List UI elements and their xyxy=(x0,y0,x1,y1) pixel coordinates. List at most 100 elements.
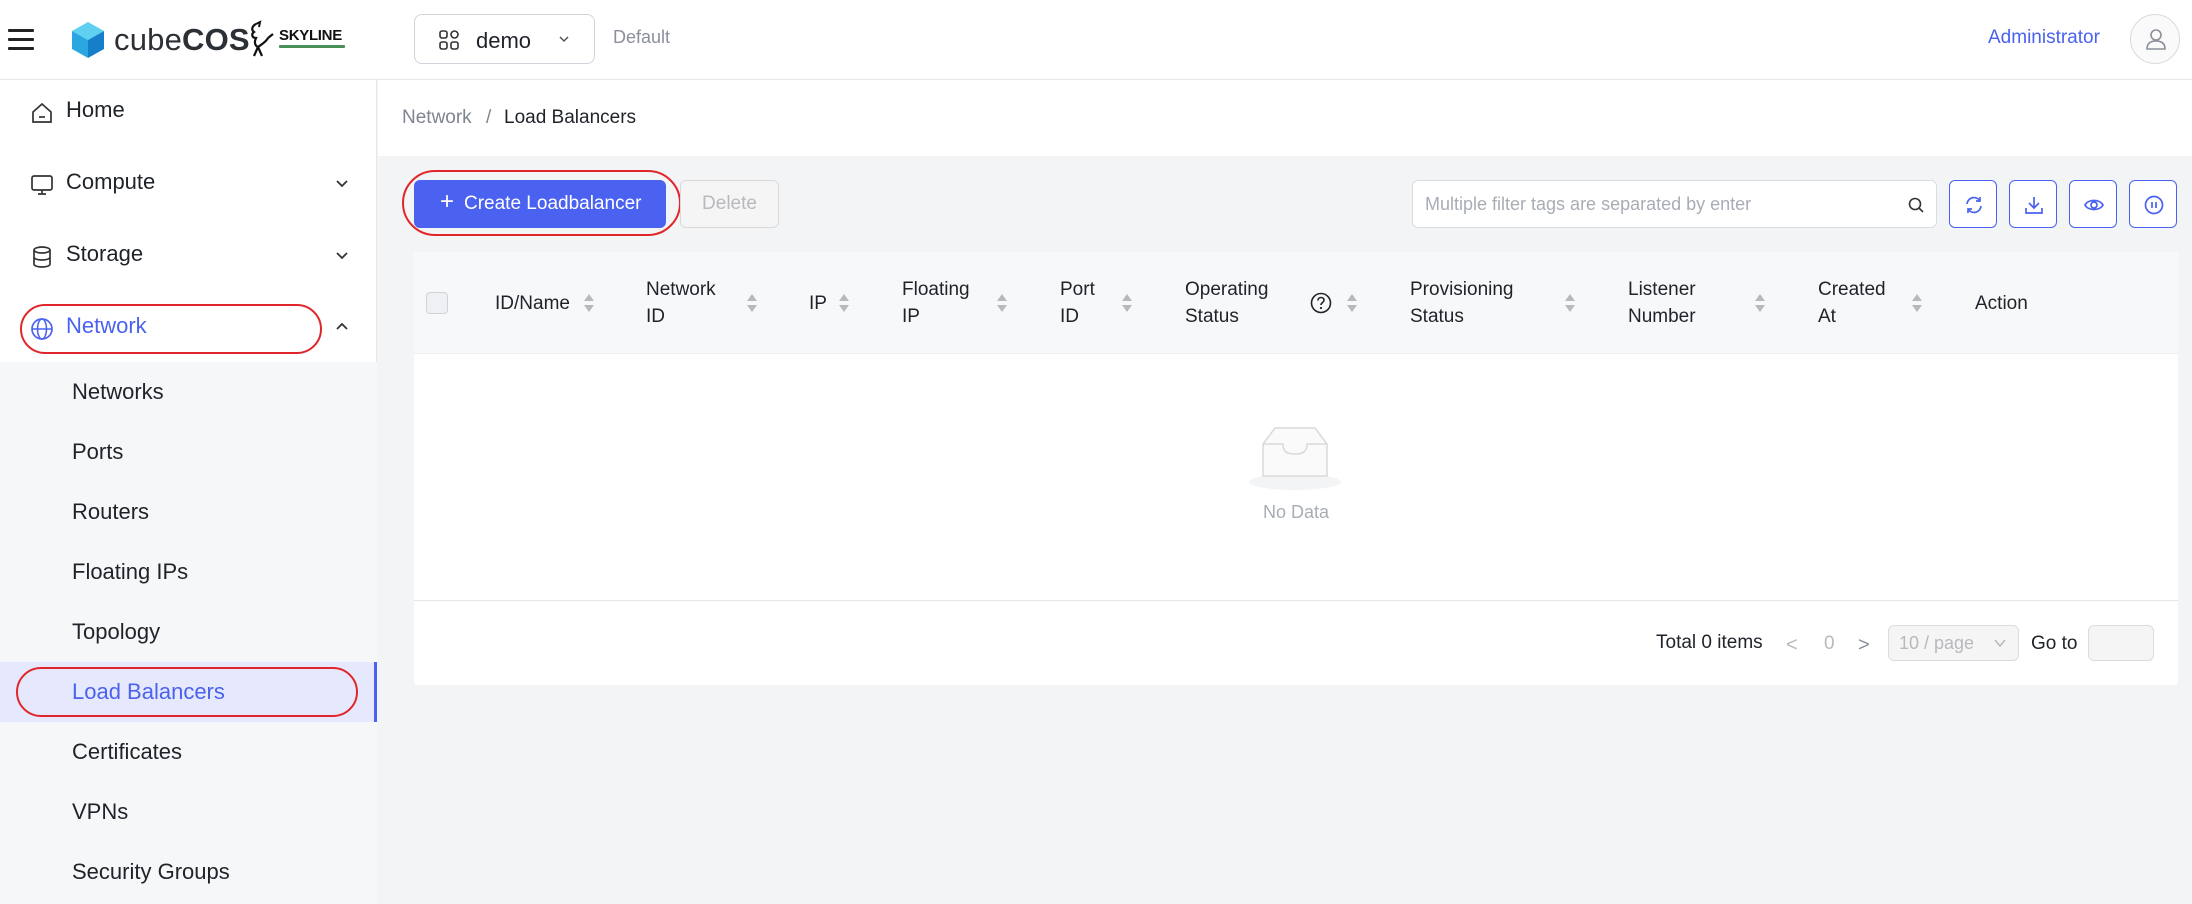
column-header-label: Provisioning Status xyxy=(1410,279,1514,327)
loadbalancer-table: ID/Name Network ID IP Floating IP Port I… xyxy=(414,252,2178,685)
sidebar-item-security-groups[interactable]: Security Groups xyxy=(0,842,377,902)
project-name: demo xyxy=(476,28,532,53)
auto-refresh-pause-button[interactable] xyxy=(2129,180,2177,228)
sort-icon[interactable] xyxy=(1346,292,1358,314)
column-header-label: Network ID xyxy=(646,279,716,327)
sidebar-item-label: Storage xyxy=(66,241,144,266)
breadcrumb-parent-link[interactable]: Network xyxy=(402,107,472,129)
next-page-icon[interactable]: > xyxy=(1858,634,1870,657)
divider xyxy=(414,600,2178,601)
sidebar-item-networks[interactable]: Networks xyxy=(0,362,377,422)
empty-state-text: No Data xyxy=(1262,502,1330,522)
network-submenu: Networks Ports Routers Floating IPs Topo… xyxy=(0,362,377,904)
sidebar-subitem-label: Security Groups xyxy=(72,859,230,884)
cube-logo-icon xyxy=(72,22,104,58)
sort-icon[interactable] xyxy=(838,292,850,314)
column-header-label: Port ID xyxy=(1060,279,1095,327)
filter-search[interactable] xyxy=(1412,180,1937,228)
sidebar-item-certificates[interactable]: Certificates xyxy=(0,722,377,782)
table-header: ID/Name Network ID IP Floating IP Port I… xyxy=(414,252,2178,354)
chevron-down-icon xyxy=(336,252,348,260)
chevron-down-icon xyxy=(336,180,348,188)
sidebar-item-topology[interactable]: Topology xyxy=(0,602,377,662)
search-input[interactable] xyxy=(1425,189,1885,219)
column-header-label: Action xyxy=(1975,293,2028,314)
sidebar-item-home[interactable]: Home xyxy=(0,80,377,144)
sort-icon[interactable] xyxy=(996,292,1008,314)
goto-page-input[interactable] xyxy=(2088,625,2154,661)
database-icon xyxy=(33,246,51,268)
current-page[interactable]: 0 xyxy=(1824,633,1835,655)
chevron-down-icon xyxy=(559,36,569,43)
pause-icon xyxy=(2144,195,2164,215)
sidebar-item-label: Network xyxy=(66,313,147,338)
user-menu-link[interactable]: Administrator xyxy=(1988,27,2100,49)
search-icon[interactable] xyxy=(1907,196,1925,214)
sidebar-item-vpns[interactable]: VPNs xyxy=(0,782,377,842)
menu-toggle-icon[interactable] xyxy=(6,24,36,54)
sidebar-item-compute[interactable]: Compute xyxy=(0,152,377,216)
create-button-label: Create Loadbalancer xyxy=(464,193,642,214)
breadcrumb-separator: / xyxy=(486,107,492,128)
plus-icon: + xyxy=(440,188,455,215)
sort-icon[interactable] xyxy=(746,292,758,314)
sort-icon[interactable] xyxy=(1121,292,1133,314)
sidebar-item-label: Home xyxy=(66,97,125,122)
help-icon[interactable] xyxy=(1310,292,1332,314)
goto-label: Go to xyxy=(2031,633,2078,654)
column-header-label: Created At xyxy=(1818,279,1886,327)
sidebar-item-network[interactable]: Network xyxy=(0,296,377,360)
sidebar-subitem-label: Networks xyxy=(72,379,164,404)
globe-icon xyxy=(31,318,53,340)
chevron-up-icon xyxy=(336,322,348,330)
download-button[interactable] xyxy=(2009,180,2057,228)
page-size-select[interactable]: 10 / page xyxy=(1888,625,2019,661)
sort-icon[interactable] xyxy=(1911,292,1923,314)
sidebar-item-label: Compute xyxy=(66,169,156,194)
prev-page-icon[interactable]: < xyxy=(1786,634,1798,657)
sidebar-item-floating-ips[interactable]: Floating IPs xyxy=(0,542,377,602)
top-bar: cubeCOS SKYLINE demo Default Administrat… xyxy=(0,0,2192,80)
chevron-down-icon xyxy=(1994,639,2006,648)
brand-logo-text: cubeCOS xyxy=(114,22,250,57)
sort-icon[interactable] xyxy=(583,292,595,314)
sidebar: Home Compute Storage Network Networks Po… xyxy=(0,80,377,904)
sidebar-item-routers[interactable]: Routers xyxy=(0,482,377,542)
user-icon xyxy=(2146,29,2166,50)
column-header-label: ID/Name xyxy=(495,293,570,314)
sidebar-subitem-label: VPNs xyxy=(72,799,129,824)
empty-inbox-icon xyxy=(1249,427,1341,490)
sidebar-subitem-label: Load Balancers xyxy=(72,679,225,704)
apps-grid-icon xyxy=(439,30,459,50)
sidebar-subitem-label: Floating IPs xyxy=(72,559,189,584)
home-icon xyxy=(32,102,52,123)
column-header-label: Operating Status xyxy=(1185,279,1269,327)
skyline-logo-underline xyxy=(279,45,345,48)
sort-icon[interactable] xyxy=(1754,292,1766,314)
monitor-icon xyxy=(31,175,53,195)
download-icon xyxy=(2025,197,2043,214)
sidebar-subitem-label: Ports xyxy=(72,439,124,464)
column-visibility-button[interactable] xyxy=(2069,180,2117,228)
skyline-logo-text: SKYLINE xyxy=(279,27,342,44)
refresh-icon xyxy=(1966,196,1982,214)
sidebar-item-ports[interactable]: Ports xyxy=(0,422,377,482)
sidebar-item-load-balancers[interactable]: Load Balancers xyxy=(0,662,377,722)
sort-icon[interactable] xyxy=(1564,292,1576,314)
sidebar-subitem-label: Certificates xyxy=(72,739,183,764)
delete-button[interactable]: Delete xyxy=(680,180,779,228)
column-header-label: IP xyxy=(809,293,827,314)
project-select[interactable]: demo xyxy=(414,14,595,64)
create-loadbalancer-button[interactable]: + Create Loadbalancer xyxy=(414,180,666,228)
sidebar-item-storage[interactable]: Storage xyxy=(0,224,377,288)
avatar[interactable] xyxy=(2130,14,2180,64)
refresh-button[interactable] xyxy=(1949,180,1997,228)
breadcrumb-current: Load Balancers xyxy=(504,107,637,128)
skyline-logo-icon xyxy=(251,20,274,57)
select-all-checkbox[interactable] xyxy=(426,292,448,314)
sidebar-subitem-label: Routers xyxy=(72,499,150,524)
column-header-label: Floating IP xyxy=(902,279,970,327)
column-header-label: Listener Number xyxy=(1628,279,1696,327)
page-size-value: 10 / page xyxy=(1899,633,1975,653)
breadcrumb: Network / Load Balancers xyxy=(378,80,2192,156)
